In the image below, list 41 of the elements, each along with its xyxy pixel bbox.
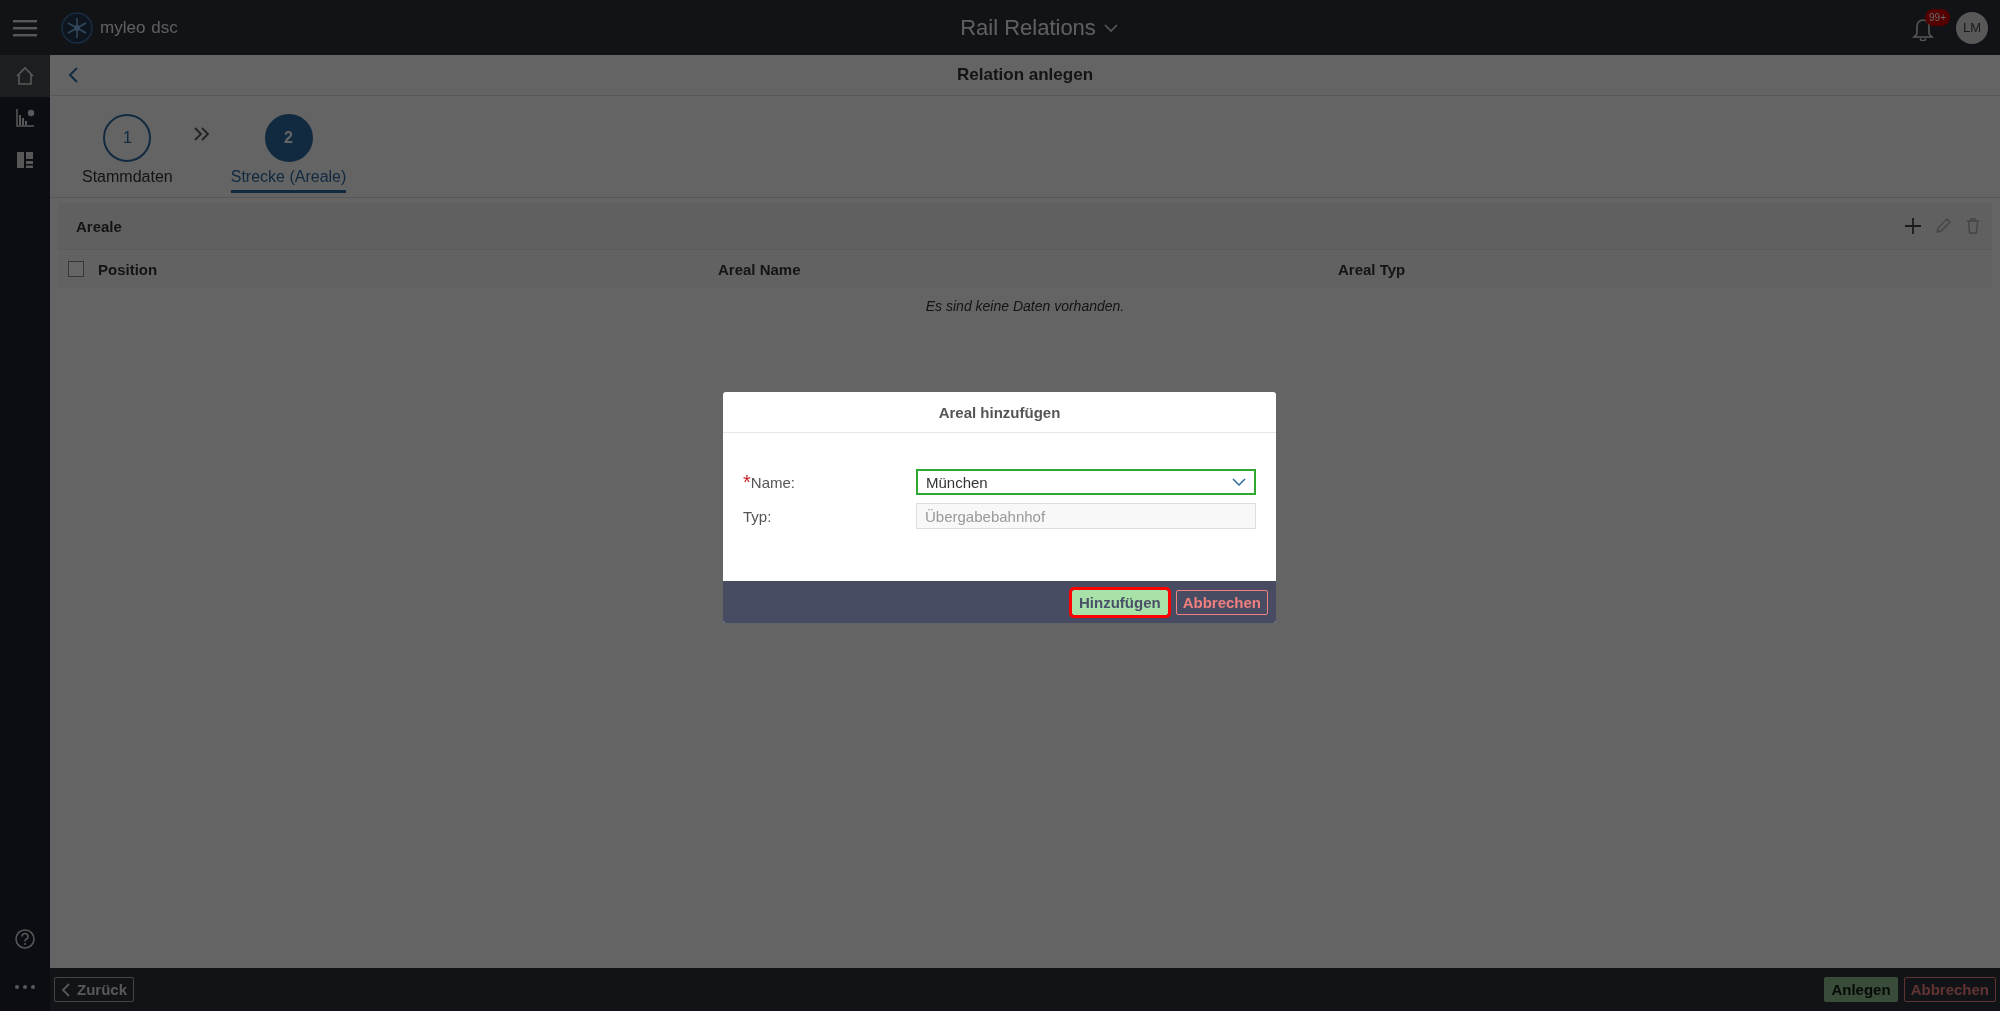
notification-badge: 99+ <box>1925 8 1950 26</box>
logo-suffix: dsc <box>151 17 178 38</box>
add-icon[interactable] <box>1904 217 1922 235</box>
back-button[interactable]: Zurück <box>54 977 134 1002</box>
field-label: Typ: <box>743 507 772 525</box>
field-label: Name: <box>750 473 795 491</box>
column-header: Areal Name <box>718 260 802 278</box>
help-icon[interactable] <box>14 928 36 950</box>
chevron-down-icon <box>1232 477 1246 487</box>
step-tab[interactable]: Strecke (Areale) <box>230 168 347 193</box>
logo-text: myleo <box>100 17 146 38</box>
column-header: Position <box>98 260 159 278</box>
add-button[interactable]: Hinzufügen <box>1072 589 1168 615</box>
sidebar-item[interactable] <box>0 55 50 97</box>
dashboard-icon <box>14 149 36 171</box>
select-all-checkbox[interactable] <box>68 261 84 277</box>
back-icon[interactable] <box>67 66 79 84</box>
chevron-left-icon <box>61 982 71 997</box>
chevron-down-icon <box>1103 22 1118 33</box>
user-avatar[interactable]: LM <box>1956 11 1988 44</box>
step-tab[interactable]: Stammdaten <box>82 168 173 193</box>
column-header: Areal Typ <box>1338 260 1407 278</box>
logo-icon <box>60 10 94 45</box>
app-title-dropdown[interactable]: Rail Relations <box>260 14 1818 41</box>
page-title: Relation anlegen <box>956 65 1094 85</box>
name-dropdown[interactable]: München <box>916 469 1256 495</box>
edit-icon[interactable] <box>1934 217 1952 235</box>
home-icon <box>14 65 36 87</box>
step-number[interactable]: 1 <box>103 114 152 162</box>
cancel-button[interactable]: Abbrechen <box>1175 589 1268 615</box>
delete-icon[interactable] <box>1964 217 1982 235</box>
panel-title: Areale <box>76 217 123 235</box>
menu-icon[interactable] <box>13 18 37 37</box>
double-chevron-icon <box>192 126 211 142</box>
step-number[interactable]: 2 <box>264 114 313 162</box>
dialog-title: Areal hinzufügen <box>723 392 1276 433</box>
more-icon[interactable] <box>14 984 36 990</box>
chart-icon <box>14 107 36 129</box>
required-asterisk: * <box>743 472 751 492</box>
empty-message: Es sind keine Daten vorhanden. <box>924 297 1126 314</box>
cancel-button[interactable]: Abbrechen <box>1903 977 1996 1002</box>
